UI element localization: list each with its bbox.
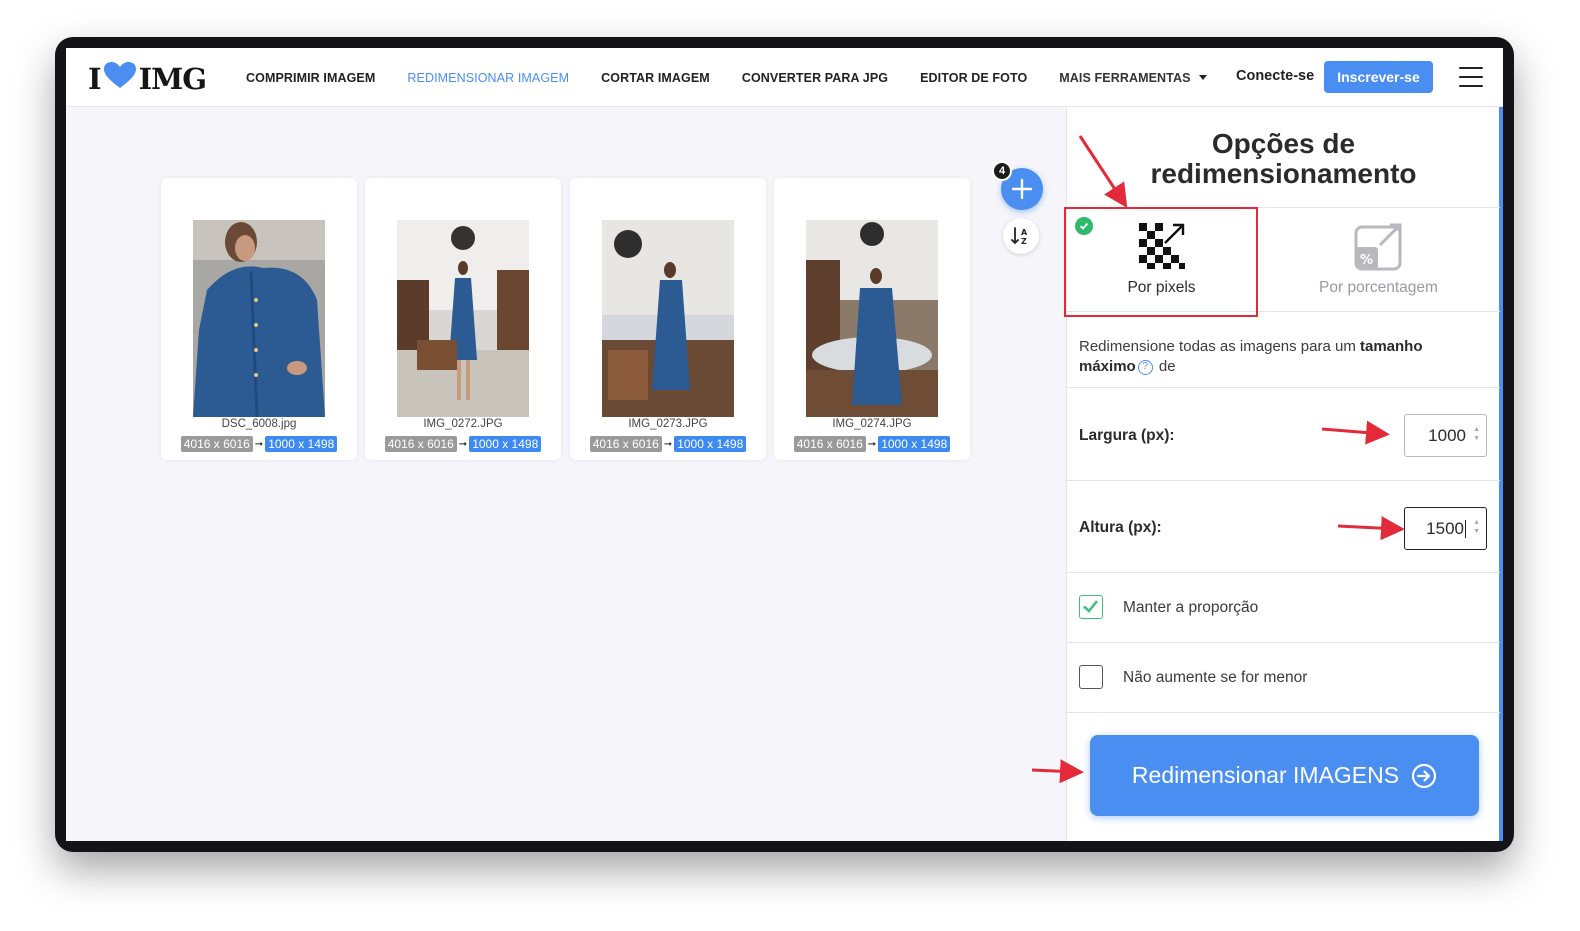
arrow-to-resize-button: [1031, 759, 1084, 784]
arrow-to-width: [1321, 420, 1390, 445]
annotation-arrows: [1031, 135, 1405, 784]
arrow-to-height: [1337, 516, 1405, 541]
arrow-to-pixels-mode: [1078, 135, 1128, 209]
device-frame: I IMG COMPRIMIR IMAGEM REDIMENSIONAR IMA…: [55, 37, 1514, 852]
browser-viewport: I IMG COMPRIMIR IMAGEM REDIMENSIONAR IMA…: [66, 48, 1503, 841]
